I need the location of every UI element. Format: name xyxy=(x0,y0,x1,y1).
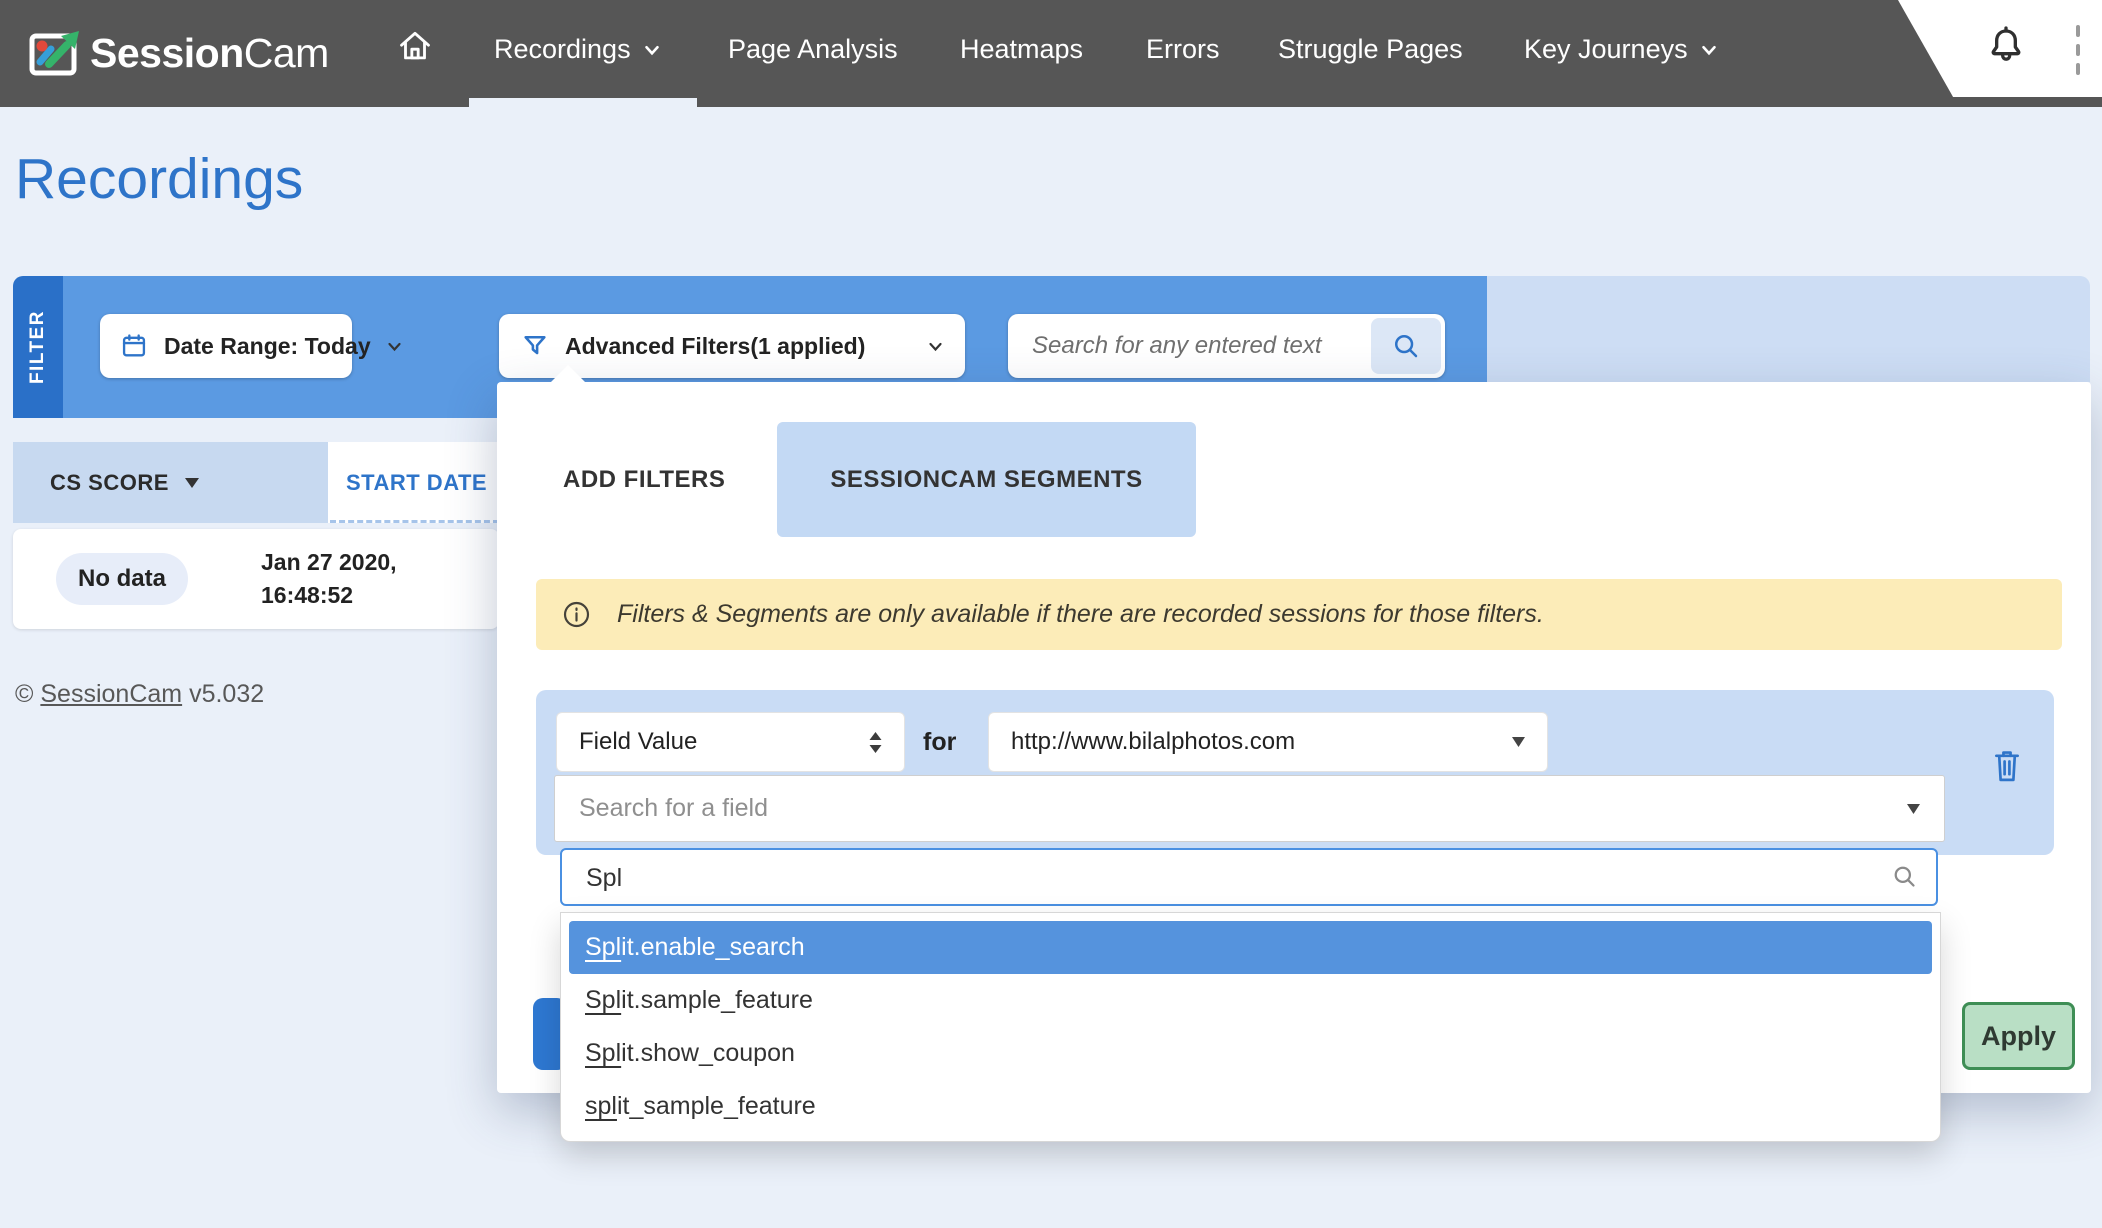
field-option[interactable]: Split.show_coupon xyxy=(569,1027,1932,1080)
footer-copyright: © SessionCam v5.032 xyxy=(15,680,264,709)
field-options-list: Split.enable_search Split.sample_feature… xyxy=(560,912,1941,1142)
filter-bar-light-section xyxy=(1487,276,2090,382)
brand-text: SessionCam xyxy=(90,30,329,77)
field-search-input-wrap xyxy=(560,848,1938,906)
active-tab-indicator xyxy=(469,98,697,107)
field-search-input[interactable] xyxy=(584,852,1868,904)
table-row[interactable]: No data Jan 27 2020, 16:48:52 xyxy=(13,529,499,629)
sort-desc-icon xyxy=(185,478,199,488)
chevron-down-icon xyxy=(928,341,943,352)
nav-item-struggle-pages[interactable]: Struggle Pages xyxy=(1278,0,1463,99)
field-type-select[interactable]: Field Value xyxy=(556,712,905,772)
caret-down-icon xyxy=(1907,804,1920,814)
kebab-menu-icon[interactable] xyxy=(2076,25,2081,75)
nav-item-page-analysis[interactable]: Page Analysis xyxy=(728,0,898,99)
funnel-icon xyxy=(521,332,549,360)
for-label: for xyxy=(923,712,956,772)
date-range-button[interactable]: Date Range: Today xyxy=(100,314,352,378)
tab-add-filters[interactable]: ADD FILTERS xyxy=(563,455,725,505)
calendar-icon xyxy=(120,332,148,360)
sessioncam-link[interactable]: SessionCam xyxy=(40,680,182,708)
page-title: Recordings xyxy=(15,146,303,212)
field-search-combobox[interactable]: Search for a field xyxy=(554,775,1945,842)
search-input[interactable] xyxy=(1014,318,1372,374)
sessioncam-logo[interactable]: SessionCam xyxy=(26,13,326,93)
nav-item-key-journeys[interactable]: Key Journeys xyxy=(1524,0,1717,99)
notifications-bell-icon[interactable] xyxy=(1986,24,2026,68)
info-icon xyxy=(562,600,591,629)
column-header-cs-score[interactable]: CS SCORE xyxy=(13,442,328,523)
column-header-start-date[interactable]: START DATE xyxy=(328,442,499,523)
chevron-down-icon xyxy=(644,44,660,56)
panel-arrow-notch xyxy=(550,365,586,383)
nav-item-heatmaps[interactable]: Heatmaps xyxy=(960,0,1083,99)
caret-down-icon xyxy=(1512,737,1525,747)
chevron-down-icon xyxy=(1701,44,1717,56)
tab-sessioncam-segments[interactable]: SESSIONCAM SEGMENTS xyxy=(777,422,1196,537)
sessioncam-app: SessionCam Recordings Page Analysis Heat… xyxy=(0,0,2102,1228)
site-select[interactable]: http://www.bilalphotos.com xyxy=(988,712,1548,772)
version-label: v5.032 xyxy=(189,680,264,708)
trash-icon[interactable] xyxy=(1990,746,2024,784)
start-date-cell: Jan 27 2020, 16:48:52 xyxy=(261,546,397,612)
home-icon[interactable] xyxy=(396,27,434,65)
info-banner: Filters & Segments are only available if… xyxy=(536,579,2062,650)
header-dashed-divider xyxy=(330,520,499,523)
search-icon xyxy=(1391,331,1421,361)
nav-item-recordings[interactable]: Recordings xyxy=(494,0,660,99)
updown-icon xyxy=(869,732,882,753)
cs-score-badge: No data xyxy=(56,553,188,605)
sessioncam-logo-icon xyxy=(26,25,82,81)
text-search-group xyxy=(1008,314,1445,378)
apply-button[interactable]: Apply xyxy=(1962,1002,2075,1070)
filter-side-tab[interactable]: FILTER xyxy=(13,276,63,418)
field-option[interactable]: Split.enable_search xyxy=(569,921,1932,974)
field-option[interactable]: Split.sample_feature xyxy=(569,974,1932,1027)
nav-item-errors[interactable]: Errors xyxy=(1146,0,1220,99)
chevron-down-icon xyxy=(387,341,402,352)
search-icon xyxy=(1891,863,1918,890)
search-button[interactable] xyxy=(1371,318,1441,374)
field-option[interactable]: split_sample_feature xyxy=(569,1080,1932,1133)
